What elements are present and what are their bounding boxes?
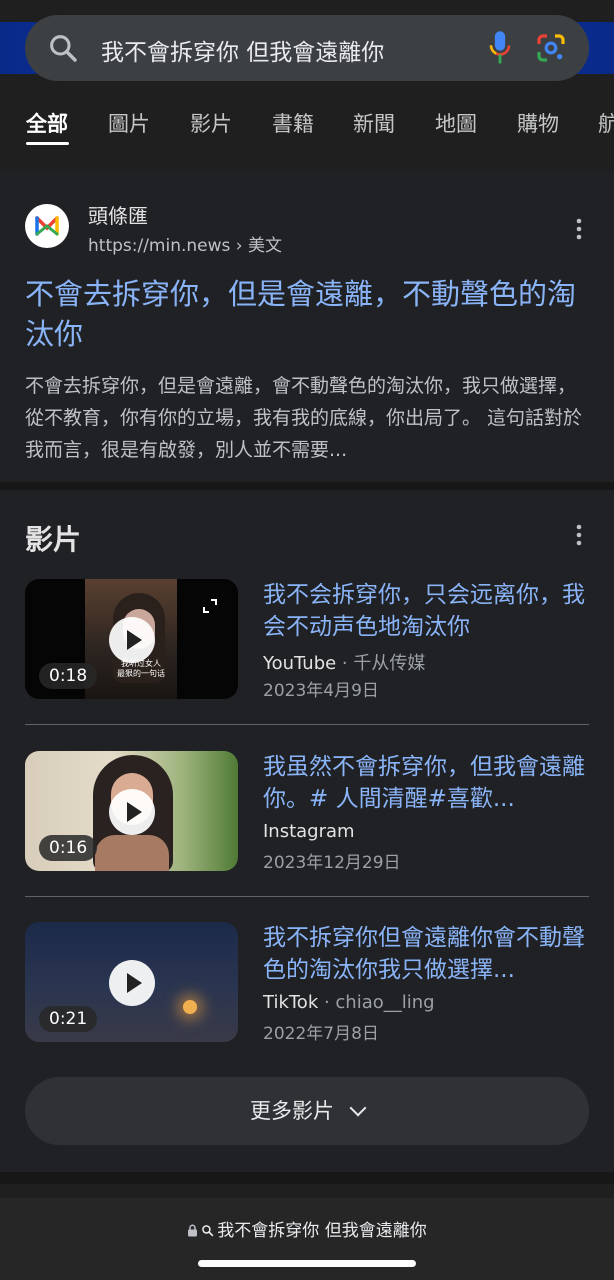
videos-more-options-icon[interactable] [576, 524, 582, 546]
video-channel: · 千从传媒 [336, 653, 426, 674]
thumbnail-overlay-text: 我听过女人 最狠的一句话 [117, 659, 165, 678]
search-icon [202, 1225, 214, 1237]
video-item[interactable]: 我听过女人 最狠的一句话 0:18 我不会拆穿你，只会远离你，我会不动声色地淘汰… [25, 579, 589, 701]
video-source: TikTok · chiao__ling [263, 992, 435, 1013]
search-result-card: 頭條匯 https://min.news › 美文 不會去拆穿你，但是會遠離，不… [0, 170, 614, 482]
toutiaohui-logo-icon [35, 216, 59, 236]
home-indicator[interactable] [198, 1260, 416, 1267]
video-title-link[interactable]: 我虽然不會拆穿你，但我會遠離你。# 人間清醒#喜歡... [263, 751, 589, 815]
search-bar[interactable]: 我不會拆穿你 但我會遠離你 [25, 15, 589, 81]
top-bar: 我不會拆穿你 但我會遠離你 全部 圖片 影片 書籍 新聞 地圖 購物 航 [0, 0, 614, 160]
video-platform: TikTok [263, 992, 319, 1013]
video-source: YouTube · 千从传媒 [263, 649, 425, 675]
browser-address-bar[interactable]: 我不會拆穿你 但我會遠離你 [0, 1198, 614, 1280]
more-videos-label: 更多影片 [250, 1099, 334, 1123]
video-item[interactable]: 0:16 我虽然不會拆穿你，但我會遠離你。# 人間清醒#喜歡... Instag… [25, 751, 589, 873]
search-icon[interactable] [47, 32, 79, 64]
video-date: 2023年12月29日 [263, 853, 401, 873]
search-tabs: 全部 圖片 影片 書籍 新聞 地圖 購物 航 [0, 100, 614, 150]
tab-news[interactable]: 新聞 [353, 108, 395, 138]
tab-videos[interactable]: 影片 [190, 108, 232, 138]
thumbnail-light [183, 1000, 197, 1014]
play-icon[interactable] [109, 960, 155, 1006]
video-date: 2023年4月9日 [263, 681, 379, 701]
address-display[interactable]: 我不會拆穿你 但我會遠離你 [0, 1216, 614, 1241]
site-url[interactable]: https://min.news › 美文 [88, 231, 282, 256]
thumbnail-shirt [95, 835, 169, 871]
video-duration: 0:16 [39, 835, 98, 861]
video-source: Instagram [263, 821, 355, 842]
result-snippet: 不會去拆穿你，但是會遠離，會不動聲色的淘汰你，我只做選擇，從不教育，你有你的立場… [25, 375, 583, 461]
bottom-separator [0, 1172, 614, 1184]
google-lens-icon[interactable] [535, 32, 567, 64]
video-divider [25, 896, 589, 897]
video-date: 2022年7月8日 [263, 1024, 379, 1044]
video-duration: 0:18 [39, 663, 98, 689]
result-title-link[interactable]: 不會去拆穿你，但是會遠離，不動聲色的淘汰你 [25, 274, 585, 354]
active-tab-indicator [26, 142, 69, 145]
site-url-domain: https://min.news [88, 236, 231, 256]
video-channel: · chiao__ling [318, 992, 435, 1013]
video-thumbnail[interactable]: 我听过女人 最狠的一句话 0:18 [25, 579, 238, 699]
video-title-link[interactable]: 我不会拆穿你，只会远离你，我会不动声色地淘汰你 [263, 579, 589, 643]
play-icon[interactable] [109, 789, 155, 835]
lock-icon [188, 1224, 198, 1237]
tab-images[interactable]: 圖片 [108, 108, 150, 138]
mic-icon[interactable] [485, 30, 515, 66]
video-thumbnail[interactable]: 0:16 [25, 751, 238, 871]
more-videos-button[interactable]: 更多影片 [25, 1077, 589, 1145]
expand-icon[interactable] [203, 599, 217, 613]
tab-shopping[interactable]: 購物 [517, 108, 559, 138]
search-input[interactable]: 我不會拆穿你 但我會遠離你 [101, 33, 384, 67]
section-divider [0, 482, 614, 490]
video-title-link[interactable]: 我不拆穿你但會遠離你會不動聲色的淘汰你我只做選擇... [263, 922, 589, 986]
tab-maps[interactable]: 地圖 [435, 108, 477, 138]
tab-all[interactable]: 全部 [26, 108, 68, 138]
video-thumbnail[interactable]: 0:21 [25, 922, 238, 1042]
play-icon[interactable] [109, 617, 155, 663]
more-options-icon[interactable] [576, 218, 582, 240]
videos-section: 影片 我听过女人 最狠的一句话 0:18 我不会拆穿你，只会远离你，我会不动声色… [0, 490, 614, 1172]
video-divider [25, 724, 589, 725]
address-text: 我不會拆穿你 但我會遠離你 [217, 1221, 427, 1241]
video-duration: 0:21 [39, 1006, 98, 1032]
videos-heading: 影片 [25, 523, 82, 556]
site-logo[interactable] [25, 204, 69, 248]
video-platform: Instagram [263, 821, 355, 842]
site-url-path: › 美文 [230, 236, 283, 256]
chevron-down-icon [349, 1099, 367, 1117]
tab-books[interactable]: 書籍 [272, 108, 314, 138]
video-platform: YouTube [263, 653, 337, 674]
tab-flights[interactable]: 航 [598, 108, 614, 138]
site-name[interactable]: 頭條匯 [88, 200, 148, 229]
video-item[interactable]: 0:21 我不拆穿你但會遠離你會不動聲色的淘汰你我只做選擇... TikTok … [25, 922, 589, 1044]
